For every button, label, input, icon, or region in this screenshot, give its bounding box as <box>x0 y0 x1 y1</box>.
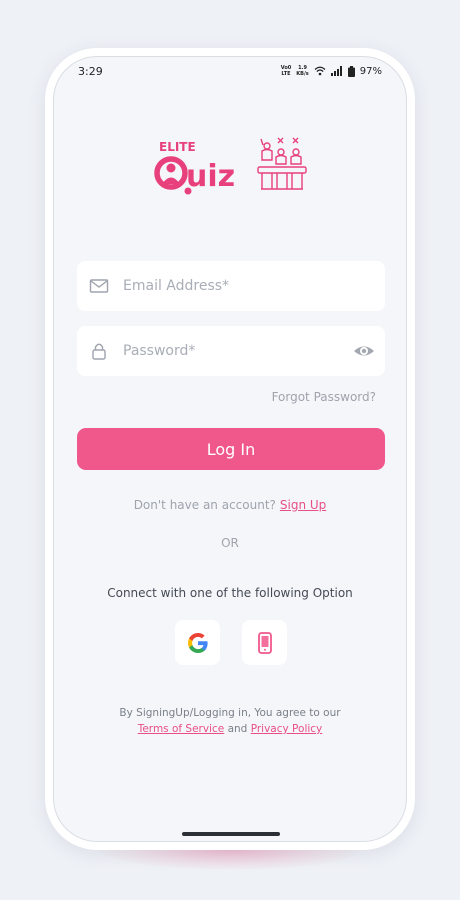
legal-notice: By SigningUp/Logging in, You agree to ou… <box>54 705 406 737</box>
legal-links-row: Terms of Service and Privacy Policy <box>54 721 406 737</box>
mail-icon <box>89 279 109 293</box>
privacy-policy-link[interactable]: Privacy Policy <box>251 723 323 735</box>
connect-label: Connect with one of the following Option <box>107 586 353 600</box>
battery-percent: 97% <box>359 65 382 77</box>
login-button[interactable]: Log In <box>77 428 385 470</box>
phone-icon <box>257 631 272 654</box>
signup-prompt: Don't have an account? <box>133 498 276 512</box>
legal-and: and <box>227 723 248 735</box>
lock-icon <box>92 343 106 360</box>
speed-unit: KB/s <box>296 71 309 77</box>
wifi-icon <box>314 66 326 76</box>
elite-quiz-logo: ELITE uiz <box>154 137 307 195</box>
email-input[interactable] <box>123 261 343 311</box>
app-screen: 3:29 Vo0 LTE 1.9 KB/s 97% ELITE uiz Emai… <box>53 56 407 842</box>
forgot-password-link[interactable]: Forgot Password? <box>272 390 376 404</box>
email-field-container <box>77 261 385 311</box>
svg-text:uiz: uiz <box>186 159 235 194</box>
logo-elite-text: ELITE <box>159 140 196 154</box>
battery-icon <box>347 65 355 77</box>
signup-prompt-row: Don't have an account? Sign Up <box>54 498 406 512</box>
status-time: 3:29 <box>78 65 103 78</box>
signal-icon <box>330 66 342 76</box>
stage: 3:29 Vo0 LTE 1.9 KB/s 97% ELITE uiz Emai… <box>0 0 460 900</box>
signup-link[interactable]: Sign Up <box>280 498 326 512</box>
home-indicator[interactable] <box>182 832 280 836</box>
password-field-container <box>77 326 385 376</box>
eye-icon[interactable] <box>353 340 375 362</box>
status-icons: Vo0 LTE 1.9 KB/s 97% <box>281 63 382 79</box>
volte-indicator: Vo0 LTE <box>281 65 292 77</box>
network-speed: 1.9 KB/s <box>296 65 309 77</box>
legal-prefix: By SigningUp/Logging in, You agree to ou… <box>119 707 341 719</box>
password-input[interactable] <box>123 326 343 376</box>
google-login-button[interactable] <box>175 620 220 665</box>
google-icon <box>187 632 208 653</box>
volte-bottom: LTE <box>281 71 291 77</box>
status-bar: 3:29 Vo0 LTE 1.9 KB/s 97% <box>54 57 406 87</box>
or-divider: OR <box>221 536 239 550</box>
phone-login-button[interactable] <box>242 620 287 665</box>
terms-of-service-link[interactable]: Terms of Service <box>138 723 225 735</box>
